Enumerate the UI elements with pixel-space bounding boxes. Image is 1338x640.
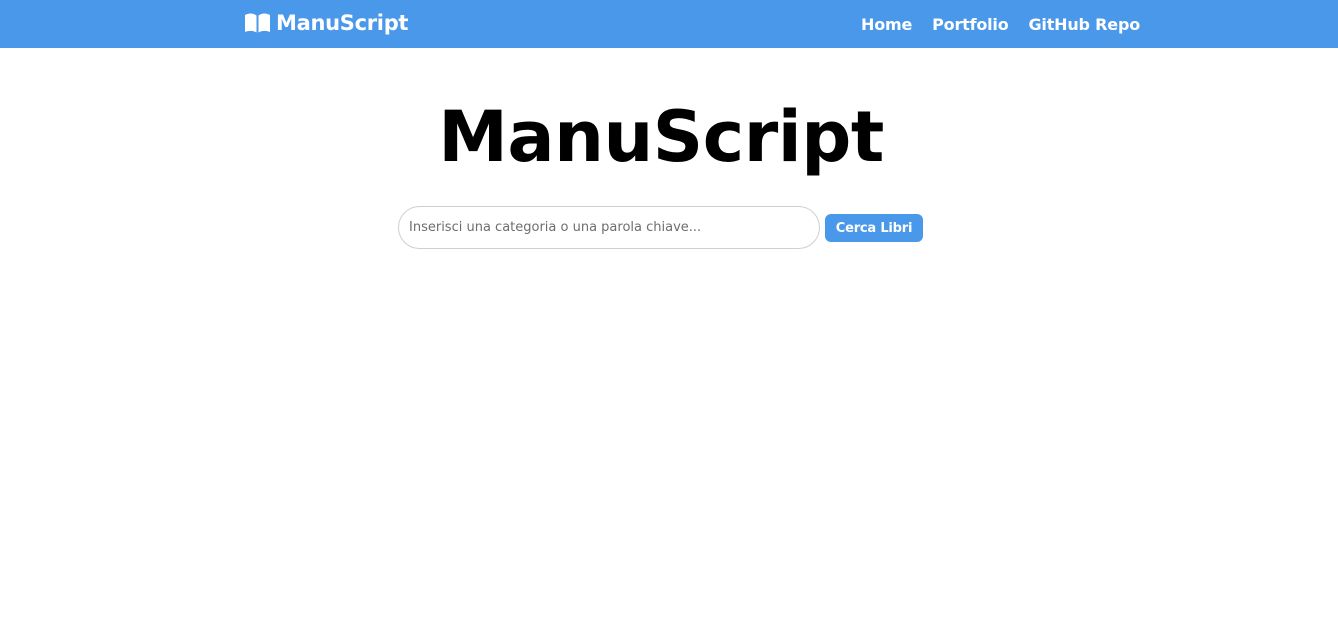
- nav-links: Home Portfolio GitHub Repo: [861, 12, 1140, 36]
- brand-name: ManuScript: [276, 11, 409, 35]
- nav-link-home[interactable]: Home: [861, 15, 912, 34]
- open-book-icon: [244, 12, 271, 34]
- nav-link-portfolio[interactable]: Portfolio: [932, 15, 1009, 34]
- search-button[interactable]: Cerca Libri: [825, 214, 923, 242]
- nav-link-github-repo[interactable]: GitHub Repo: [1029, 15, 1141, 34]
- navbar: ManuScript Home Portfolio GitHub Repo: [0, 0, 1338, 48]
- brand-link[interactable]: ManuScript: [244, 9, 408, 37]
- search-input[interactable]: [398, 206, 820, 249]
- page-title: ManuScript: [438, 96, 884, 178]
